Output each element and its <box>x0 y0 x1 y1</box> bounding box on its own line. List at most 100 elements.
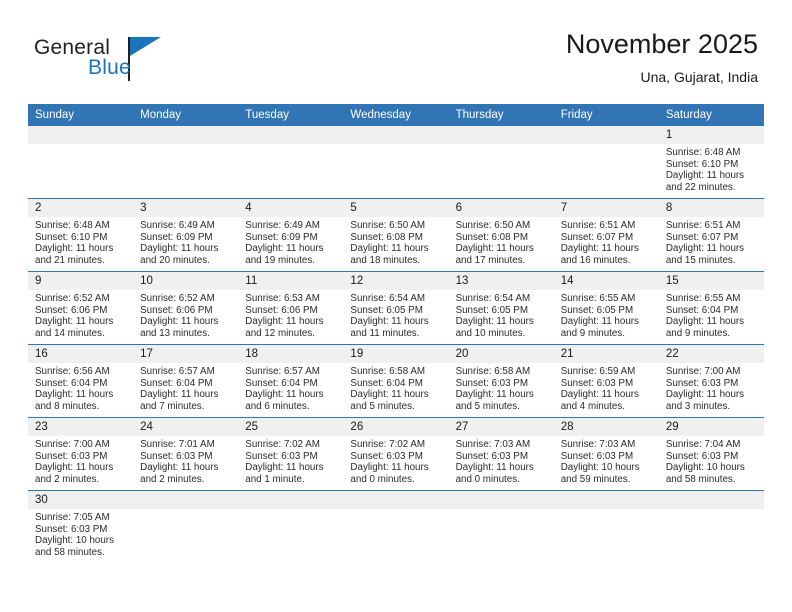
calendar-day-cell[interactable]: 30 Sunrise: 7:05 AM Sunset: 6:03 PM Dayligh… <box>28 490 134 563</box>
sunrise-time: Sunrise: 7:02 AM <box>350 439 426 450</box>
day-cell-inner: 5 Sunrise: 6:50 AM Sunset: 6:08 PM Daylight… <box>343 199 449 271</box>
calendar-day-cell[interactable]: 10 Sunrise: 6:52 AM Sunset: 6:06 PM Dayligh… <box>133 271 239 345</box>
calendar-day-cell[interactable]: 28 Sunrise: 7:03 AM Sunset: 6:03 PM Dayligh… <box>553 417 659 491</box>
sunset-time: Sunset: 6:05 PM <box>560 304 634 316</box>
day-number <box>658 491 764 509</box>
calendar-day-cell[interactable]: 5 Sunrise: 6:50 AM Sunset: 6:08 PM Daylight… <box>343 198 449 272</box>
sunrise-time: Sunrise: 7:05 AM <box>35 512 110 523</box>
day-number <box>343 491 449 509</box>
calendar-day-cell[interactable]: 6 Sunrise: 6:50 AM Sunset: 6:08 PM Daylight… <box>448 198 554 272</box>
day-details: Sunrise: 7:00 AM Sunset: 6:03 PM Daylight:… <box>28 436 133 485</box>
calendar-day-cell[interactable]: 22 Sunrise: 7:00 AM Sunset: 6:03 PM Dayligh… <box>658 344 764 418</box>
calendar-day-cell[interactable]: 20 Sunrise: 6:58 AM Sunset: 6:03 PM Dayligh… <box>448 344 554 418</box>
logo-text-blue: Blue <box>88 56 131 79</box>
day-details: Sunrise: 6:58 AM Sunset: 6:04 PM Daylight:… <box>343 363 448 412</box>
calendar-day-cell[interactable]: 27 Sunrise: 7:03 AM Sunset: 6:03 PM Dayligh… <box>448 417 554 491</box>
calendar-day-cell[interactable]: 3 Sunrise: 6:49 AM Sunset: 6:09 PM Daylight… <box>133 198 239 272</box>
day-number <box>343 126 449 144</box>
sunset-time: Sunset: 6:10 PM <box>35 231 108 243</box>
calendar-week-row: 2 Sunrise: 6:48 AM Sunset: 6:10 PM Daylight… <box>28 198 764 272</box>
day-cell-inner: 6 Sunrise: 6:50 AM Sunset: 6:08 PM Daylight… <box>448 199 554 271</box>
sunrise-time: Sunrise: 7:00 AM <box>35 439 110 450</box>
calendar-day-cell[interactable]: 2 Sunrise: 6:48 AM Sunset: 6:10 PM Daylight… <box>28 198 134 272</box>
day-number <box>238 126 344 144</box>
daylight-duration-line1: Daylight: 11 hours <box>35 462 114 474</box>
daylight-duration-line2: and 4 minutes. <box>560 400 625 412</box>
calendar-day-cell[interactable]: 29 Sunrise: 7:04 AM Sunset: 6:03 PM Dayligh… <box>658 417 764 491</box>
sunrise-time: Sunrise: 6:54 AM <box>350 293 426 304</box>
daylight-duration-line1: Daylight: 11 hours <box>665 243 745 255</box>
day-cell-inner: 7 Sunrise: 6:51 AM Sunset: 6:07 PM Daylight… <box>553 199 659 271</box>
day-number <box>553 491 659 509</box>
day-details: Sunrise: 7:02 AM Sunset: 6:03 PM Daylight:… <box>343 436 448 485</box>
weekday-header-monday: Monday <box>133 104 239 126</box>
calendar-day-cell[interactable]: 24 Sunrise: 7:01 AM Sunset: 6:03 PM Dayligh… <box>133 417 239 491</box>
day-number: 9 <box>28 272 134 290</box>
calendar-day-cell[interactable]: 12 Sunrise: 6:54 AM Sunset: 6:05 PM Dayligh… <box>343 271 449 345</box>
calendar-day-cell[interactable]: 13 Sunrise: 6:54 AM Sunset: 6:05 PM Dayligh… <box>448 271 554 345</box>
calendar-day-cell[interactable]: 9 Sunrise: 6:52 AM Sunset: 6:06 PM Daylight… <box>28 271 134 345</box>
calendar-day-cell[interactable]: 17 Sunrise: 6:57 AM Sunset: 6:04 PM Dayligh… <box>133 344 239 418</box>
daylight-duration-line1: Daylight: 11 hours <box>665 316 745 328</box>
calendar-day-cell[interactable]: 4 Sunrise: 6:49 AM Sunset: 6:09 PM Daylight… <box>238 198 344 272</box>
daylight-duration-line1: Daylight: 11 hours <box>140 462 219 474</box>
daylight-duration-line2: and 11 minutes. <box>350 327 420 339</box>
daylight-duration-line2: and 19 minutes. <box>245 254 315 266</box>
calendar-day-cell[interactable]: 14 Sunrise: 6:55 AM Sunset: 6:05 PM Dayligh… <box>553 271 659 345</box>
sunset-time: Sunset: 6:09 PM <box>245 231 318 243</box>
calendar-day-cell[interactable]: 21 Sunrise: 6:59 AM Sunset: 6:03 PM Dayligh… <box>553 344 659 418</box>
daylight-duration-line1: Daylight: 11 hours <box>140 389 219 401</box>
calendar-day-cell[interactable]: 11 Sunrise: 6:53 AM Sunset: 6:06 PM Dayligh… <box>238 271 344 345</box>
day-details: Sunrise: 7:03 AM Sunset: 6:03 PM Daylight:… <box>554 436 659 485</box>
calendar-day-cell[interactable]: 8 Sunrise: 6:51 AM Sunset: 6:07 PM Daylight… <box>658 198 764 272</box>
day-cell-inner: 27 Sunrise: 7:03 AM Sunset: 6:03 PM Dayligh… <box>448 418 554 490</box>
day-cell-inner <box>658 491 764 563</box>
daylight-duration-line2: and 58 minutes. <box>35 546 105 558</box>
sunset-time: Sunset: 6:07 PM <box>665 231 739 243</box>
calendar-day-cell[interactable]: 15 Sunrise: 6:55 AM Sunset: 6:04 PM Dayligh… <box>658 271 764 345</box>
daylight-duration-line1: Daylight: 11 hours <box>455 389 534 401</box>
sunset-time: Sunset: 6:03 PM <box>35 450 108 462</box>
day-cell-inner: 18 Sunrise: 6:57 AM Sunset: 6:04 PM Dayligh… <box>238 345 344 417</box>
calendar-day-cell[interactable]: 7 Sunrise: 6:51 AM Sunset: 6:07 PM Daylight… <box>553 198 659 272</box>
daylight-duration-line2: and 8 minutes. <box>35 400 100 412</box>
day-number <box>238 491 344 509</box>
day-cell-inner: 23 Sunrise: 7:00 AM Sunset: 6:03 PM Dayligh… <box>28 418 134 490</box>
daylight-duration-line1: Daylight: 11 hours <box>560 316 639 328</box>
daylight-duration-line1: Daylight: 11 hours <box>140 316 219 328</box>
day-cell-inner: 16 Sunrise: 6:56 AM Sunset: 6:04 PM Dayligh… <box>28 345 134 417</box>
daylight-duration-line2: and 10 minutes. <box>455 327 526 339</box>
calendar-day-cell-empty <box>28 126 134 199</box>
sunrise-time: Sunrise: 6:48 AM <box>35 220 110 231</box>
daylight-duration-line2: and 15 minutes. <box>665 254 736 266</box>
sunset-time: Sunset: 6:03 PM <box>140 450 213 462</box>
sunrise-time: Sunrise: 6:48 AM <box>665 147 741 158</box>
day-number: 20 <box>448 345 554 363</box>
daylight-duration-line2: and 7 minutes. <box>140 400 205 412</box>
calendar-day-cell[interactable]: 16 Sunrise: 6:56 AM Sunset: 6:04 PM Dayligh… <box>28 344 134 418</box>
calendar-day-cell-empty <box>343 126 449 199</box>
sunrise-time: Sunrise: 6:51 AM <box>665 220 741 231</box>
day-cell-inner: 12 Sunrise: 6:54 AM Sunset: 6:05 PM Dayligh… <box>343 272 449 344</box>
sunrise-time: Sunrise: 6:59 AM <box>560 366 636 377</box>
calendar-day-cell[interactable]: 25 Sunrise: 7:02 AM Sunset: 6:03 PM Dayligh… <box>238 417 344 491</box>
day-details: Sunrise: 7:02 AM Sunset: 6:03 PM Daylight:… <box>238 436 343 485</box>
calendar-day-cell[interactable]: 1 Sunrise: 6:48 AM Sunset: 6:10 PM Daylight… <box>658 126 764 199</box>
calendar-day-cell[interactable]: 26 Sunrise: 7:02 AM Sunset: 6:03 PM Dayligh… <box>343 417 449 491</box>
general-blue-logo[interactable]: General Blue <box>34 36 234 92</box>
location-subtitle: Una, Gujarat, India <box>640 69 758 85</box>
daylight-duration-line2: and 22 minutes. <box>665 181 736 193</box>
calendar-day-cell-empty <box>238 126 344 199</box>
calendar-day-cell-empty <box>553 126 659 199</box>
calendar-day-cell[interactable]: 18 Sunrise: 6:57 AM Sunset: 6:04 PM Dayligh… <box>238 344 344 418</box>
daylight-duration-line2: and 13 minutes. <box>140 327 210 339</box>
sunrise-time: Sunrise: 7:00 AM <box>665 366 741 377</box>
day-cell-inner: 11 Sunrise: 6:53 AM Sunset: 6:06 PM Dayligh… <box>238 272 344 344</box>
sunset-time: Sunset: 6:04 PM <box>665 304 739 316</box>
sunset-time: Sunset: 6:03 PM <box>665 377 739 389</box>
page-header: General Blue November 2025 Una, Gujarat,… <box>34 28 758 98</box>
calendar-week-row: 1 Sunrise: 6:48 AM Sunset: 6:10 PM Daylight… <box>28 126 764 199</box>
calendar-day-cell[interactable]: 19 Sunrise: 6:58 AM Sunset: 6:04 PM Dayligh… <box>343 344 449 418</box>
calendar-day-cell[interactable]: 23 Sunrise: 7:00 AM Sunset: 6:03 PM Dayligh… <box>28 417 134 491</box>
day-details: Sunrise: 6:50 AM Sunset: 6:08 PM Daylight:… <box>343 217 448 266</box>
